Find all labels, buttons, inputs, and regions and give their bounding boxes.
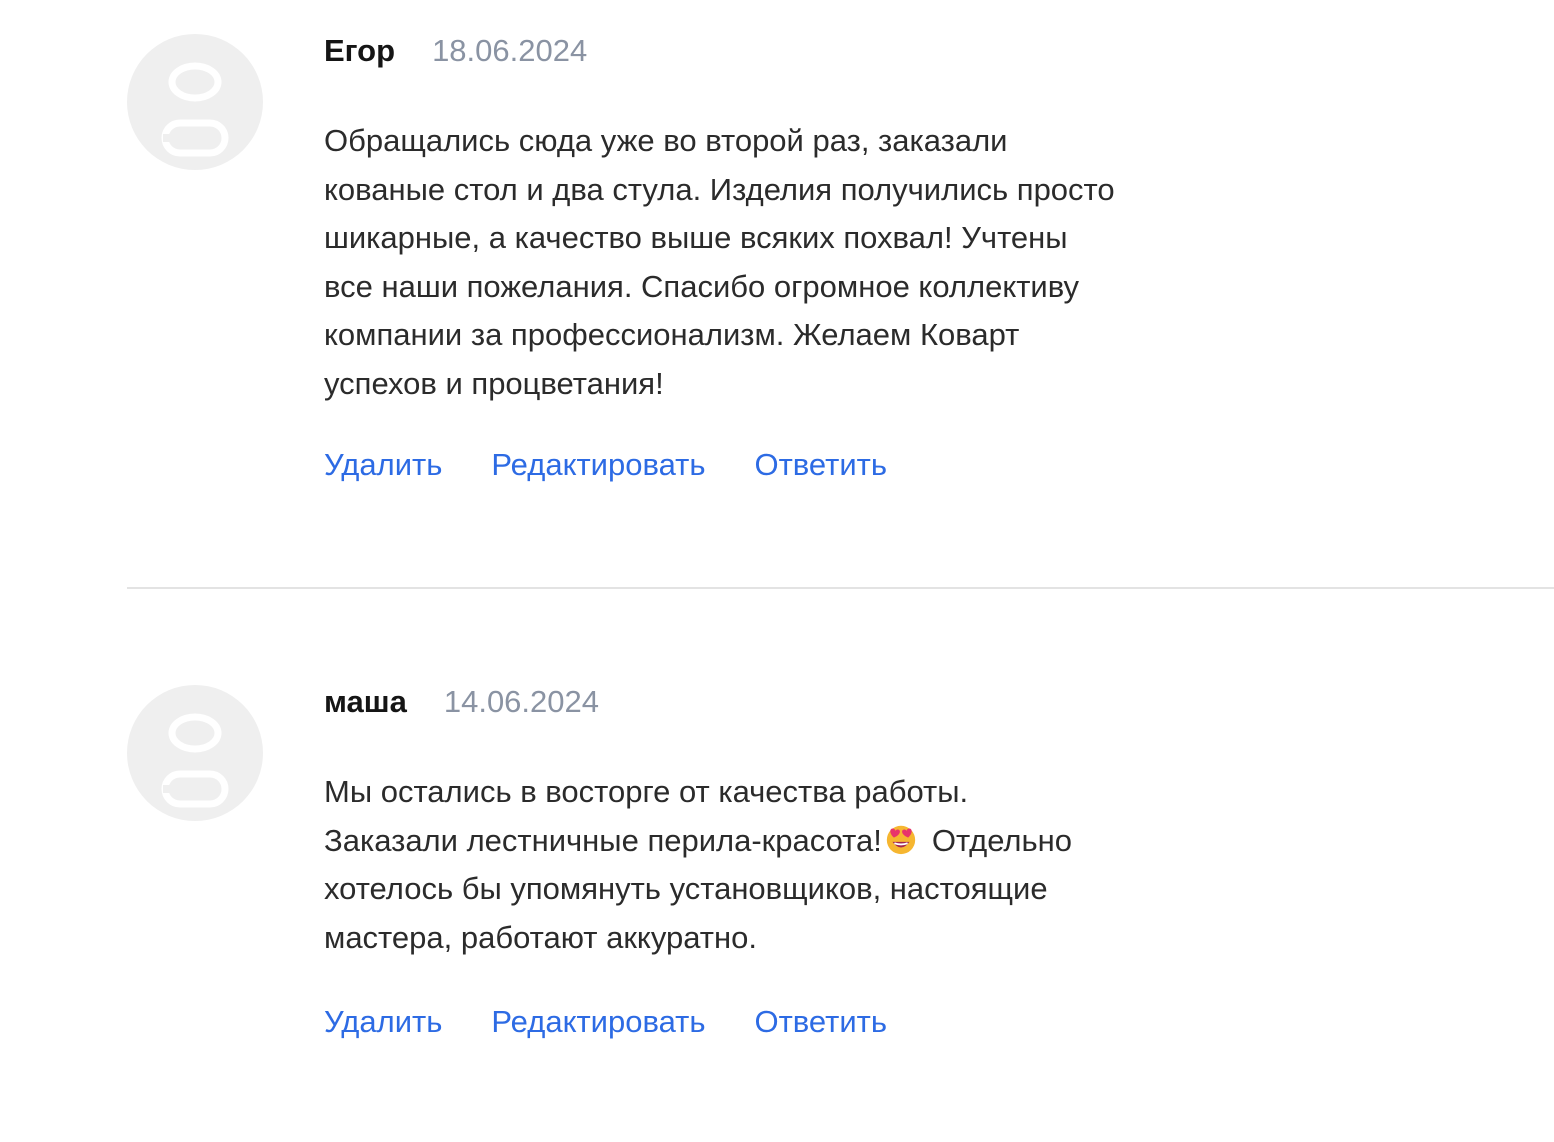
review-text-line: хотелось бы упомянуть установщиков, наст… [324, 871, 1048, 906]
edit-link[interactable]: Редактировать [491, 1002, 705, 1042]
review-date: 18.06.2024 [432, 33, 588, 68]
review-text-line: Заказали лестничные перила-красота! Отде… [324, 817, 1284, 866]
review-text-line: Мы остались в восторге от качества работ… [324, 774, 969, 809]
review-text-line: успехов и процветания! [324, 365, 664, 401]
review-text-line: Обращались сюда уже во второй раз, заказ… [324, 123, 1008, 158]
review-text-line: все наши пожелания. Спасибо огромное кол… [324, 268, 1080, 304]
review-text-line: шикарные, а качество выше всяких похвал!… [324, 220, 1068, 255]
review-actions: Удалить Редактировать Ответить [324, 445, 936, 485]
review-text-line: компании за профессионализм. Желаем Кова… [324, 317, 1020, 352]
reply-link[interactable]: Ответить [755, 445, 888, 485]
review-author: Егор [324, 33, 396, 68]
review-author: маша [324, 684, 407, 719]
heart-eyes-emoji-icon [886, 825, 916, 854]
review-text-line: мастера, работают аккуратно. [324, 919, 757, 955]
review-text-fragment: Отдельно [931, 822, 1073, 858]
review-divider [127, 587, 1554, 589]
review-actions: Удалить Редактировать Ответить [324, 1002, 936, 1042]
review-text: Мы остались в восторге от качества работ… [324, 768, 1284, 962]
reply-link[interactable]: Ответить [755, 1002, 888, 1042]
avatar [127, 34, 263, 170]
review-text-line: кованые стол и два стула. Изделия получи… [324, 171, 1115, 207]
review-text: Обращались сюда уже во второй раз, заказ… [324, 117, 1284, 408]
review-text-fragment: Заказали лестничные перила-красота! [324, 822, 882, 858]
user-placeholder-icon [161, 713, 229, 808]
avatar [127, 685, 263, 821]
review-header: маша 14.06.2024 [324, 682, 599, 722]
edit-link[interactable]: Редактировать [491, 445, 705, 485]
review-date: 14.06.2024 [443, 684, 599, 719]
delete-link[interactable]: Удалить [324, 445, 442, 485]
review-header: Егор 18.06.2024 [324, 31, 587, 71]
user-placeholder-icon [161, 62, 229, 157]
delete-link[interactable]: Удалить [324, 1002, 442, 1042]
